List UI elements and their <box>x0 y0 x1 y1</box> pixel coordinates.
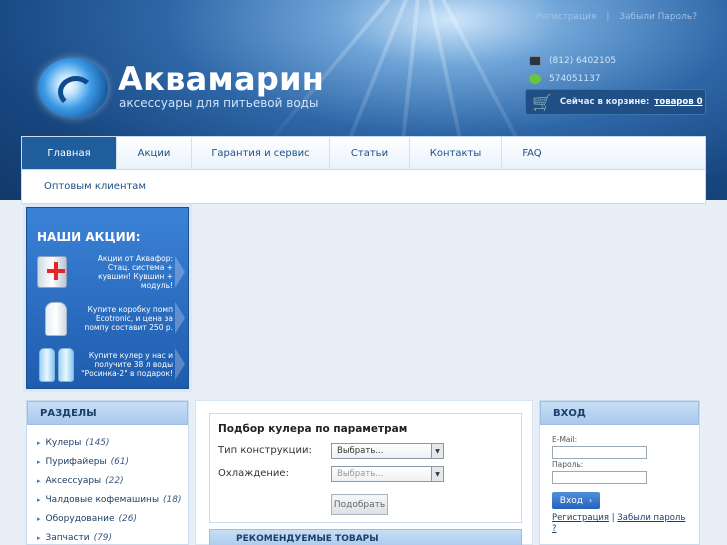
icq-number: 574051137 <box>549 74 601 84</box>
promo-banner[interactable]: НАШИ АКЦИИ: Акции от Аквафор: Стац. сист… <box>26 207 189 389</box>
section-label: Пурифайеры <box>45 456 107 467</box>
sub-nav: Оптовым клиентам <box>21 170 706 204</box>
selector-title: Подбор кулера по параметрам <box>218 423 408 435</box>
chevron-right-icon: › <box>589 496 593 505</box>
section-count: (79) <box>93 532 113 543</box>
promo-item[interactable]: Акции от Аквафор: Стац. система + кувшин… <box>33 250 185 294</box>
main-content: Подбор кулера по параметрам Тип конструк… <box>195 400 533 545</box>
cart-count-link[interactable]: товаров 0 <box>654 97 702 107</box>
chevron-right-icon <box>175 348 185 380</box>
type-label: Тип конструкции: <box>218 445 312 456</box>
cart-widget[interactable]: 🛒 Сейчас в корзине: товаров 0 <box>525 89 706 115</box>
forgot-password-link[interactable]: Забыли Пароль? <box>619 12 697 22</box>
section-count: (61) <box>110 456 130 467</box>
section-item[interactable]: ▸ Кулеры (145) <box>37 433 188 452</box>
cooling-select[interactable]: Выбрать... ▼ <box>331 466 444 482</box>
phone-icon <box>529 56 541 66</box>
type-select[interactable]: Выбрать... ▼ <box>331 443 444 459</box>
promo-title: НАШИ АКЦИИ: <box>37 230 141 244</box>
password-label: Пароль: <box>552 460 584 469</box>
pick-button[interactable]: Подобрать <box>331 494 388 515</box>
bullet-icon: ▸ <box>37 476 41 485</box>
cart-icon: 🛒 <box>532 92 552 112</box>
tab-warranty[interactable]: Гарантия и сервис <box>192 137 330 169</box>
promo-item[interactable]: Купите кулер у нас и получите 38 л воды … <box>33 342 185 386</box>
brand-name[interactable]: Аквамарин <box>118 60 324 98</box>
cooling-select-value: Выбрать... <box>337 469 384 479</box>
tagline: аксессуары для питьевой воды <box>119 96 319 110</box>
cooling-label: Охлаждение: <box>218 468 289 479</box>
login-links-separator: | <box>611 513 615 523</box>
section-item[interactable]: ▸ Пурифайеры (61) <box>37 452 188 471</box>
section-count: (18) <box>163 494 182 505</box>
logo-icon[interactable] <box>38 58 108 118</box>
cooler-selector: Подбор кулера по параметрам Тип конструк… <box>209 413 522 523</box>
promo-item-text: Купите кулер у нас и получите 38 л воды … <box>81 350 173 378</box>
tab-articles[interactable]: Статьи <box>330 137 410 169</box>
promo-item-text: Купите коробку помп Ecotronic, и цена за… <box>84 304 173 332</box>
bullet-icon: ▸ <box>37 495 41 504</box>
register-link[interactable]: Регистрация <box>552 513 609 523</box>
dropdown-arrow-icon: ▼ <box>431 444 443 458</box>
top-links: Регистрация | Забыли Пароль? <box>536 12 697 22</box>
login-links: Регистрация | Забыли пароль ? <box>552 513 692 535</box>
promo-item[interactable]: Купите коробку помп Ecotronic, и цена за… <box>33 296 185 340</box>
top-links-separator: | <box>606 12 610 22</box>
type-select-value: Выбрать... <box>337 446 384 456</box>
login-title: ВХОД <box>540 401 699 425</box>
bullet-icon: ▸ <box>37 438 41 447</box>
sections-title: РАЗДЕЛЫ <box>27 401 188 425</box>
section-count: (145) <box>85 437 110 448</box>
icq-icon <box>529 74 541 84</box>
wholesale-link[interactable]: Оптовым клиентам <box>44 181 146 192</box>
tab-home[interactable]: Главная <box>22 137 117 169</box>
section-count: (22) <box>105 475 124 486</box>
cart-label: Сейчас в корзине: <box>559 97 650 107</box>
section-item[interactable]: ▸ Аксессуары (22) <box>37 471 188 490</box>
contacts: (812) 6402105 574051137 <box>529 52 616 88</box>
tab-promotions[interactable]: Акции <box>117 137 192 169</box>
chevron-right-icon <box>175 302 185 334</box>
main-nav: Главная Акции Гарантия и сервис Статьи К… <box>21 136 706 170</box>
filter-image <box>33 252 79 292</box>
phone-number: (812) 6402105 <box>549 56 617 66</box>
plus-icon <box>47 262 65 280</box>
chevron-right-icon <box>175 256 185 288</box>
section-label: Оборудование <box>45 513 115 524</box>
tab-faq[interactable]: FAQ <box>502 137 562 169</box>
section-item[interactable]: ▸ Чалдовые кофемашины (18) <box>37 490 188 509</box>
tab-contacts[interactable]: Контакты <box>410 137 502 169</box>
bullet-icon: ▸ <box>37 514 41 523</box>
login-button[interactable]: Вход › <box>552 492 600 509</box>
section-item[interactable]: ▸ Оборудование (26) <box>37 509 188 528</box>
pump-image <box>33 298 79 338</box>
section-label: Чалдовые кофемашины <box>45 494 160 505</box>
promo-item-text: Акции от Аквафор: Стац. система + кувшин… <box>97 254 173 290</box>
sections-panel: РАЗДЕЛЫ ▸ Кулеры (145) ▸ Пурифайеры (61) ▸ Ак… <box>26 400 189 545</box>
water-bottles-image <box>33 344 79 384</box>
register-link[interactable]: Регистрация <box>536 12 596 22</box>
section-item[interactable]: ▸ Запчасти (79) <box>37 528 188 545</box>
dropdown-arrow-icon: ▼ <box>431 467 443 481</box>
section-label: Запчасти <box>45 532 90 543</box>
login-button-label: Вход <box>559 495 584 506</box>
password-field[interactable] <box>552 471 647 484</box>
recommended-header: РЕКОМЕНДУЕМЫЕ ТОВАРЫ <box>209 529 522 545</box>
email-label: E-Mail: <box>552 435 578 444</box>
section-label: Кулеры <box>45 437 82 448</box>
section-count: (26) <box>118 513 137 524</box>
email-field[interactable] <box>552 446 647 459</box>
login-panel: ВХОД E-Mail: Пароль: Вход › Регистрация … <box>539 400 700 545</box>
bullet-icon: ▸ <box>37 533 41 542</box>
bullet-icon: ▸ <box>37 457 41 466</box>
section-label: Аксессуары <box>45 475 102 486</box>
